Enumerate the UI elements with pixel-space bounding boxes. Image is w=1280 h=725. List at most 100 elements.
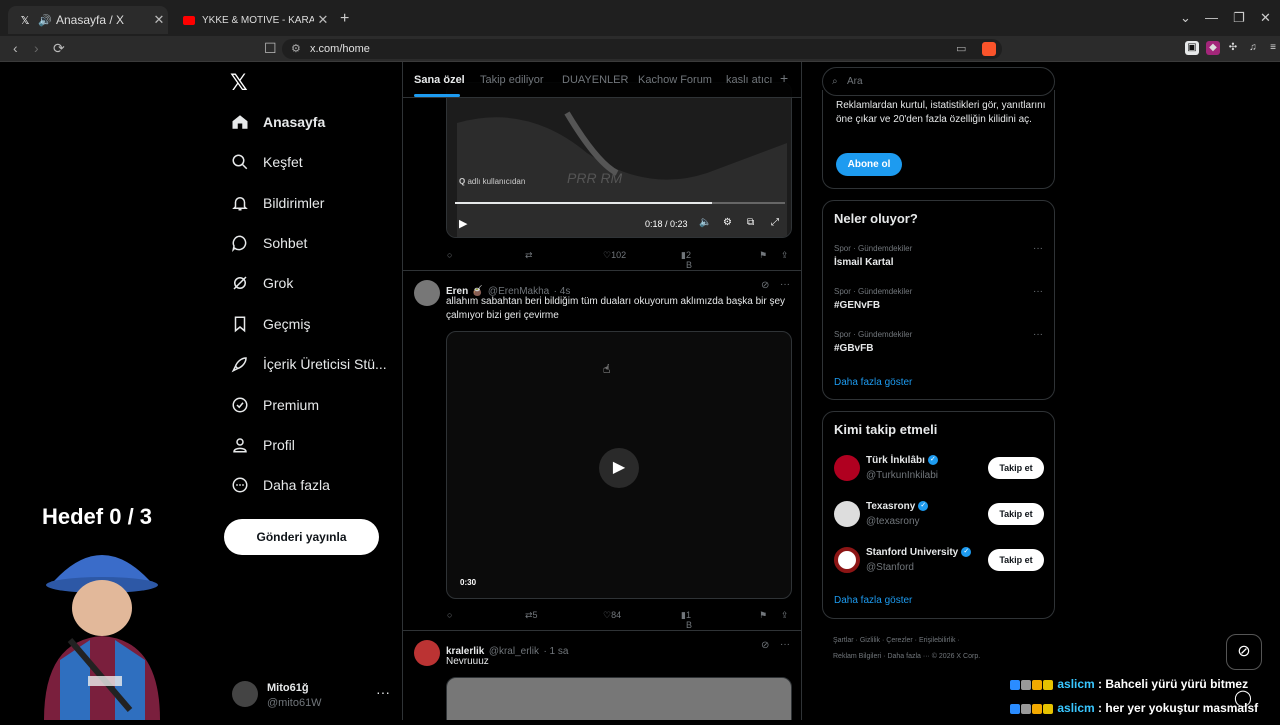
nav-label: Profil [263,437,295,453]
grok-icon[interactable]: ⊘ [761,280,769,291]
nav-bookmarks[interactable]: Geçmiş [230,310,310,338]
nav-notifications[interactable]: Bildirimler [230,189,324,217]
follow-show-more-link[interactable]: Daha fazla göster [834,595,912,606]
new-tab-button[interactable]: + [340,10,349,28]
follow-button[interactable]: Takip et [988,457,1044,479]
reply-icon[interactable]: ○ [447,250,452,260]
play-icon[interactable]: ▶ [459,217,467,230]
subscribe-button[interactable]: Abone ol [836,153,902,176]
tab-youtube[interactable]: YKKE & MOTIVE - KARANLIK (Official ✕ [172,6,332,34]
follow-avatar[interactable] [834,547,860,573]
music-icon[interactable]: ♫ [1246,41,1260,55]
tweet-avatar[interactable] [414,640,440,666]
trend-name[interactable]: #GENvFB [834,300,880,311]
bookmark-icon[interactable]: ⚑ [759,250,767,261]
close-tab-icon[interactable]: ✕ [314,12,332,28]
puzzle-icon[interactable]: ✣ [1226,41,1240,55]
site-info-icon[interactable]: ⚙ [291,39,301,59]
follow-button[interactable]: Takip et [988,549,1044,571]
trend-more-icon[interactable]: ··· [1033,243,1043,254]
video-progress-track[interactable] [455,202,785,204]
trend-more-icon[interactable]: ··· [1033,286,1043,297]
tab-list-kasli[interactable]: kaslı atıcı [726,74,772,86]
who-to-follow-card: Kimi takip etmeli Türk İnkılâbı ✓ @Turkun… [822,411,1055,619]
like-icon[interactable]: ♡ 84 [603,610,621,621]
settings-icon[interactable]: ⚙ [723,217,732,228]
nav-more[interactable]: Daha fazla [230,471,330,499]
nav-grok[interactable]: Grok [230,269,293,297]
menu-icon[interactable]: ≡ [1266,41,1280,55]
extension-icon[interactable]: ▣ [1185,41,1199,55]
reload-icon[interactable]: ⟳ [53,40,65,57]
retweet-icon[interactable]: ⇄ [525,250,533,261]
tab-following[interactable]: Takip ediliyor [480,74,544,86]
x-logo-icon[interactable]: 𝕏 [230,70,248,96]
video-player[interactable]: ▶ 0:30 [446,331,792,599]
badge-icon [1021,679,1031,690]
follow-name-row[interactable]: Türk İnkılâbı ✓ [866,455,938,466]
like-icon[interactable]: ♡ 102 [603,250,626,261]
retweet-icon[interactable]: ⇄ 5 [525,610,538,621]
tweet-avatar[interactable] [414,280,440,306]
close-tab-icon[interactable]: ✕ [150,12,168,28]
tab-list-duayenler[interactable]: DUAYENLER [562,74,628,86]
volume-icon[interactable]: 🔈 [699,217,711,228]
views-icon[interactable]: ▮ 2 B [681,250,692,270]
nav-explore[interactable]: Keşfet [230,148,303,176]
grok-floating-icon[interactable]: ⊘ [1226,634,1262,670]
more-icon[interactable]: ··· [780,279,790,290]
pip-icon[interactable]: ⧉ [747,217,754,228]
cast-icon[interactable]: ▭ [956,39,966,59]
fullscreen-icon[interactable]: ⤢ [771,217,779,228]
forward-icon[interactable]: › [34,40,39,56]
tab-search-icon[interactable]: ⌄ [1180,10,1191,26]
tab-list-kachow[interactable]: Kachow Forum [638,74,712,86]
share-icon[interactable]: ⇪ [781,610,789,621]
tweet-image[interactable] [446,677,792,720]
add-list-tab-button[interactable]: + [780,70,788,86]
trend-more-icon[interactable]: ··· [1033,329,1043,340]
more-icon[interactable]: ··· [780,639,790,650]
nav-premium[interactable]: Premium [230,391,319,419]
nav-chat[interactable]: Sohbet [230,229,307,257]
follow-name-row[interactable]: Texasrony ✓ [866,501,929,512]
grok-icon[interactable]: ⊘ [761,640,769,651]
tab-for-you[interactable]: Sana özel [414,74,465,86]
tweet-author-handle[interactable]: @kral_erlik [489,646,539,657]
footer-line[interactable]: Reklam Bilgileri · Daha fazla ··· © 2026… [833,649,1033,665]
wallet-icon[interactable]: ◆ [1206,41,1220,55]
follow-avatar[interactable] [834,501,860,527]
account-avatar[interactable] [232,681,258,707]
nav-profile[interactable]: Profil [230,431,295,459]
account-menu-button[interactable]: ··· [376,684,390,700]
video-player[interactable]: PRR RM Q adlı kullanıcıdan ▶ 0:18 / 0:23… [446,82,792,238]
views-icon[interactable]: ▮ 1 B [681,610,692,630]
brave-shield-icon[interactable] [982,42,996,56]
tab-x-home[interactable]: 𝕏 🔊 Anasayfa / X ✕ [8,6,168,34]
bookmark-icon[interactable]: ☐ [264,40,277,57]
play-button-icon[interactable]: ▶ [599,448,639,488]
chat-username: aslicm [1057,677,1095,691]
close-window-icon[interactable]: ✕ [1260,10,1271,26]
follow-button[interactable]: Takip et [988,503,1044,525]
chat-message: aslicm : her yer yokuştur masmalsf [1010,701,1258,715]
trend-name[interactable]: #GBvFB [834,343,873,354]
reply-icon[interactable]: ○ [447,610,452,620]
minimize-icon[interactable]: — [1205,10,1218,25]
url-field[interactable]: ⚙ x.com/home ▭ [282,39,1002,59]
maximize-icon[interactable]: ❐ [1233,10,1245,26]
nav-creator-studio[interactable]: İçerik Üreticisi Stü... [230,350,387,378]
post-button[interactable]: Gönderi yayınla [224,519,379,555]
trend-name[interactable]: İsmail Kartal [834,257,893,268]
trends-show-more-link[interactable]: Daha fazla göster [834,377,912,388]
nav-label: Anasayfa [263,114,326,130]
back-icon[interactable]: ‹ [13,40,18,56]
bookmark-icon[interactable]: ⚑ [759,610,767,621]
tweet-time[interactable]: · 1 sa [543,646,568,657]
speaker-icon[interactable]: 🔊 [38,13,52,27]
follow-name-row[interactable]: Stanford University ✓ [866,547,972,558]
follow-avatar[interactable] [834,455,860,481]
share-icon[interactable]: ⇪ [781,250,789,261]
nav-home[interactable]: Anasayfa [230,108,325,136]
footer-line[interactable]: Şartlar · Gizlilik · Çerezler · Erişileb… [833,633,1033,649]
